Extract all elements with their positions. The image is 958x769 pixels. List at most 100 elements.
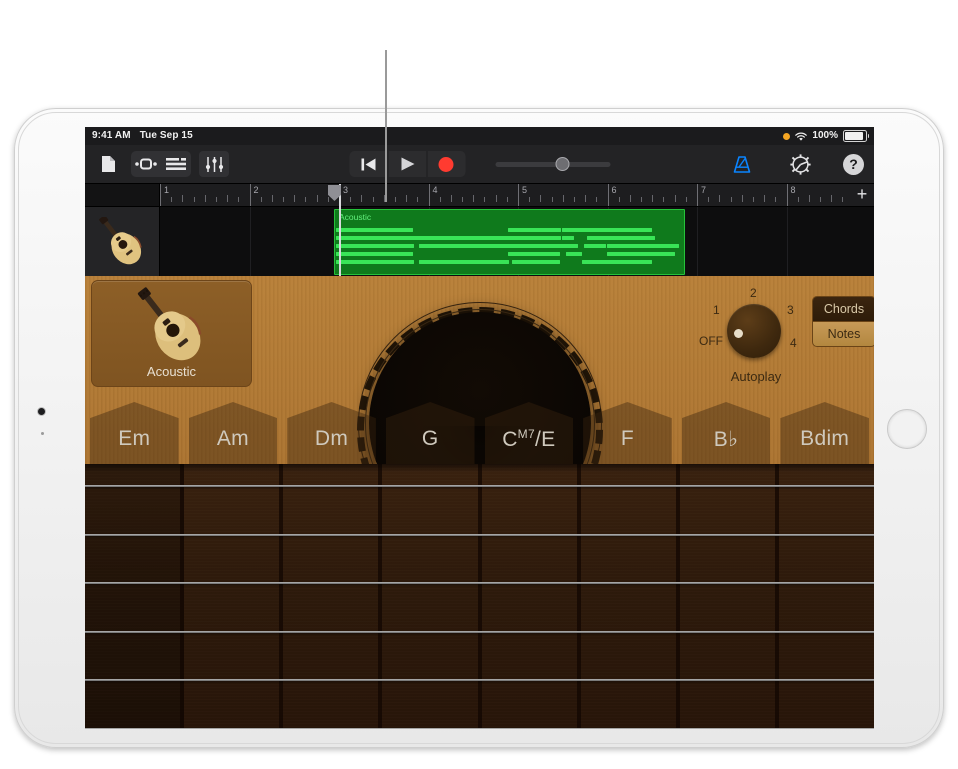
chord-cell-1[interactable]: Em <box>85 402 184 464</box>
ruler-beat-tick <box>641 197 642 202</box>
midi-region[interactable]: Acoustic <box>334 209 685 275</box>
status-bar: 9:41 AM Tue Sep 15 100% <box>85 127 874 145</box>
ruler-beat-tick <box>182 195 183 202</box>
transport-controls <box>349 151 465 177</box>
guitar-string-5[interactable] <box>85 679 874 681</box>
ruler-beat-tick <box>563 195 564 202</box>
midi-note <box>419 244 512 248</box>
midi-note <box>336 252 413 256</box>
ruler-beat-tick <box>731 197 732 202</box>
midi-note <box>336 236 421 240</box>
ruler-beat-tick <box>417 197 418 202</box>
rewind-to-start-icon[interactable] <box>349 151 387 177</box>
ruler-beat-tick <box>842 197 843 202</box>
chord-label: Dm <box>282 427 381 451</box>
toolbar-left-group <box>93 145 229 183</box>
guitar-string-6[interactable] <box>85 728 874 729</box>
fretboard-column-7[interactable] <box>680 464 779 729</box>
timeline-ruler[interactable]: + 12345678 <box>85 184 874 207</box>
ruler-beat-tick <box>529 197 530 202</box>
help-button[interactable]: ? <box>843 154 864 175</box>
chord-cell-2[interactable]: Am <box>184 402 283 464</box>
home-button[interactable] <box>887 409 927 449</box>
autoplay-label-2[interactable]: 2 <box>750 286 757 300</box>
document-icon[interactable] <box>93 151 123 177</box>
ambient-sensor-icon <box>41 432 44 435</box>
ruler-beat-tick <box>194 197 195 202</box>
ruler-beat-tick <box>775 197 776 202</box>
midi-note <box>584 244 606 248</box>
autoplay-label-1[interactable]: 1 <box>713 303 720 317</box>
chord-cell-4[interactable]: G <box>381 402 480 464</box>
ruler-beat-tick <box>261 197 262 202</box>
ruler-beat-tick <box>395 197 396 202</box>
ruler-beat-tick <box>686 197 687 202</box>
toggle-option-notes[interactable]: Notes <box>813 321 874 346</box>
toggle-option-chords[interactable]: Chords <box>813 297 874 321</box>
ruler-beat-tick <box>283 197 284 202</box>
chord-cell-7[interactable]: B♭ <box>677 402 776 464</box>
midi-note <box>336 228 413 232</box>
ruler-beat-tick <box>205 195 206 202</box>
playhead-callout-line <box>385 50 387 202</box>
tracks-view-icon[interactable] <box>161 151 191 177</box>
lane-grid-line <box>250 207 251 277</box>
fretboard-column-2[interactable] <box>184 464 283 729</box>
record-icon[interactable] <box>426 151 465 177</box>
autoplay-label-4[interactable]: 4 <box>790 336 797 350</box>
fretboard-column-4[interactable] <box>382 464 481 729</box>
master-volume-slider[interactable] <box>495 162 610 167</box>
chord-cell-8[interactable]: Bdim <box>775 402 874 464</box>
ruler-bar-marker: 7 <box>697 184 698 206</box>
loop-browser-icon[interactable] <box>131 151 161 177</box>
ruler-beat-tick <box>652 195 653 202</box>
ruler-header-pad <box>85 184 160 206</box>
ruler-bar-marker: 2 <box>250 184 251 206</box>
volume-slider-knob[interactable] <box>555 157 569 171</box>
fretboard[interactable] <box>85 464 874 729</box>
chord-label: G <box>381 427 480 451</box>
ruler-beat-tick <box>708 197 709 202</box>
chord-cell-5[interactable]: CM7/E <box>480 402 579 464</box>
track-header-acoustic[interactable] <box>85 207 160 277</box>
guitar-string-2[interactable] <box>85 534 874 536</box>
add-track-button[interactable]: + <box>853 185 871 205</box>
midi-note <box>512 260 560 264</box>
mixer-sliders-icon[interactable] <box>199 151 229 177</box>
autoplay-control[interactable]: OFF 1 2 3 4 Autoplay <box>701 282 811 380</box>
battery-icon <box>843 130 867 142</box>
autoplay-label-off[interactable]: OFF <box>699 334 723 348</box>
guitar-instrument: Acoustic OFF 1 2 3 4 Autoplay <box>85 276 874 729</box>
ruler-beat-tick <box>540 195 541 202</box>
ruler-beat-tick <box>619 197 620 202</box>
fretboard-column-3[interactable] <box>283 464 382 729</box>
guitar-string-4[interactable] <box>85 631 874 633</box>
guitar-string-3[interactable] <box>85 582 874 584</box>
track-lane[interactable]: Acoustic <box>160 207 874 277</box>
play-icon[interactable] <box>387 151 426 177</box>
playhead[interactable] <box>339 184 341 276</box>
status-bar-right: 100% <box>783 127 867 145</box>
ruler-beat-tick <box>305 197 306 202</box>
ruler-bar-marker: 5 <box>518 184 519 206</box>
metronome-icon[interactable] <box>727 151 757 177</box>
autoplay-label-3[interactable]: 3 <box>787 303 794 317</box>
guitar-string-1[interactable] <box>85 485 874 487</box>
ruler-bar-marker: 1 <box>160 184 161 206</box>
fretboard-column-6[interactable] <box>581 464 680 729</box>
chord-cell-6[interactable]: F <box>578 402 677 464</box>
midi-note <box>564 244 578 248</box>
autoplay-knob[interactable] <box>727 304 781 358</box>
ruler-beat-tick <box>238 197 239 202</box>
fretboard-column-8[interactable] <box>779 464 874 729</box>
ruler-beat-tick <box>496 195 497 202</box>
chord-cell-3[interactable]: Dm <box>282 402 381 464</box>
gear-icon[interactable] <box>785 151 815 177</box>
midi-note <box>508 236 561 240</box>
ruler-beat-tick <box>451 195 452 202</box>
instrument-picker-card[interactable]: Acoustic <box>91 280 252 387</box>
status-date: Tue Sep 15 <box>140 127 193 145</box>
fretboard-column-1[interactable] <box>85 464 184 729</box>
fretboard-column-5[interactable] <box>482 464 581 729</box>
toolbar-right-group: ? <box>727 145 864 183</box>
